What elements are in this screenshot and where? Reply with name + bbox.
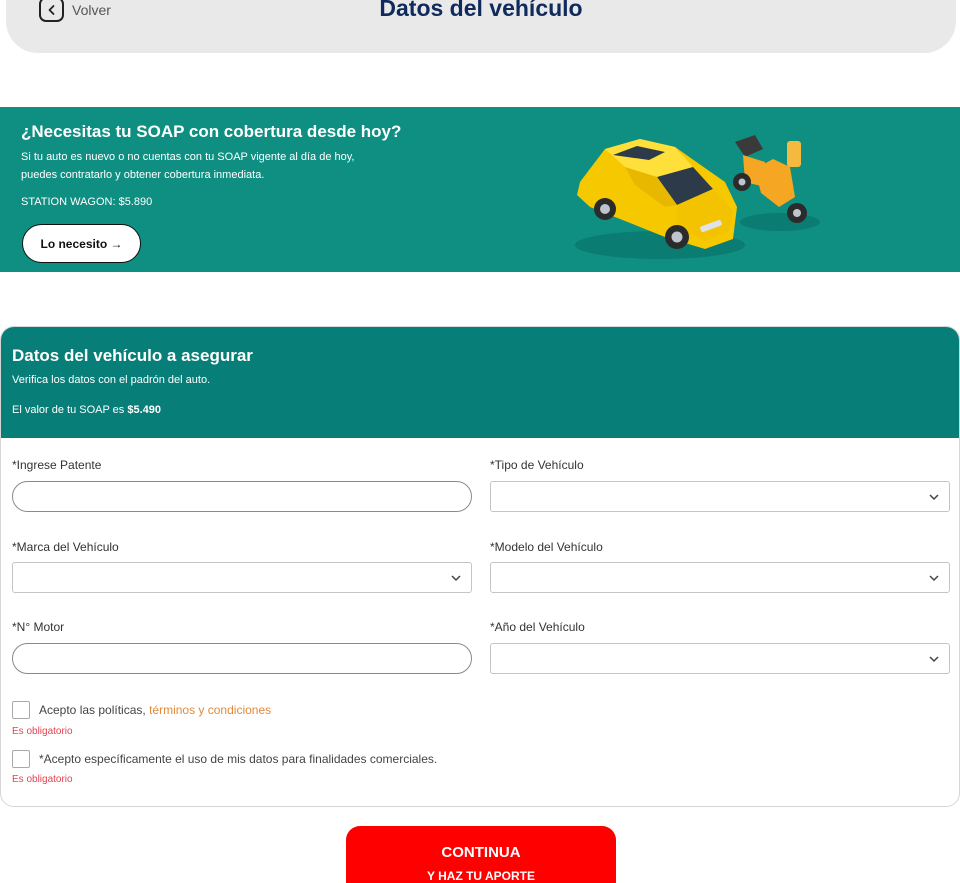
- commercial-row: *Acepto específicamente el uso de mis da…: [12, 750, 437, 768]
- chevron-down-icon: [929, 494, 939, 501]
- patente-label: *Ingrese Patente: [12, 458, 102, 472]
- continue-label-line1: CONTINUA: [441, 844, 521, 861]
- commercial-checkbox[interactable]: [12, 750, 30, 768]
- terms-text: Acepto las políticas, términos y condici…: [39, 703, 271, 717]
- promo-banner: ¿Necesitas tu SOAP con cobertura desde h…: [0, 107, 960, 272]
- continue-button[interactable]: CONTINUA Y HAZ TU APORTE: [346, 826, 616, 883]
- terms-link[interactable]: términos y condiciones: [149, 703, 271, 717]
- marca-select[interactable]: [12, 562, 472, 593]
- tipo-vehiculo-select[interactable]: [490, 481, 950, 512]
- commercial-text: *Acepto específicamente el uso de mis da…: [39, 752, 438, 766]
- continue-label-line2: Y HAZ TU APORTE: [426, 869, 535, 883]
- car-and-scooter-illustration: [575, 135, 820, 259]
- vehicle-form-card: Datos del vehículo a asegurar Verifica l…: [0, 326, 960, 807]
- promo-title: ¿Necesitas tu SOAP con cobertura desde h…: [21, 122, 402, 141]
- chevron-down-icon: [451, 575, 461, 582]
- commercial-error: Es obligatorio: [12, 774, 73, 785]
- lo-necesito-button[interactable]: Lo necesito →: [22, 224, 141, 263]
- terms-error: Es obligatorio: [12, 726, 73, 737]
- top-header: Volver Datos del vehículo: [6, 0, 956, 53]
- form-subtitle: Verifica los datos con el padrón del aut…: [12, 374, 211, 386]
- modelo-select[interactable]: [490, 562, 950, 593]
- motor-label: *N° Motor: [12, 620, 65, 634]
- terms-text-prefix: Acepto las políticas,: [39, 703, 146, 717]
- terms-checkbox[interactable]: [12, 701, 30, 719]
- page-title: Datos del vehículo: [379, 0, 583, 21]
- promo-text-line2: puedes contratarlo y obtener cobertura i…: [21, 169, 265, 181]
- promo-text: Si tu auto es nuevo o no cuentas con tu …: [21, 148, 401, 184]
- terms-row: Acepto las políticas, términos y condici…: [12, 701, 271, 719]
- motor-input[interactable]: [12, 643, 472, 674]
- form-title: Datos del vehículo a asegurar: [12, 346, 253, 365]
- tipo-vehiculo-label: *Tipo de Vehículo: [490, 458, 584, 472]
- soap-value-prefix: El valor de tu SOAP es: [12, 404, 125, 416]
- soap-value-text: El valor de tu SOAP es $5.490: [12, 404, 161, 416]
- anio-label: *Año del Vehículo: [490, 620, 585, 634]
- form-header: Datos del vehículo a asegurar Verifica l…: [1, 327, 959, 438]
- marca-label: *Marca del Vehículo: [12, 540, 119, 554]
- promo-price: STATION WAGON: $5.890: [21, 196, 153, 208]
- chevron-down-icon: [929, 656, 939, 663]
- soap-value-amount: $5.490: [127, 404, 162, 416]
- chevron-down-icon: [929, 575, 939, 582]
- promo-text-line1: Si tu auto es nuevo o no cuentas con tu …: [21, 151, 355, 163]
- anio-select[interactable]: [490, 643, 950, 674]
- modelo-label: *Modelo del Vehículo: [490, 540, 603, 554]
- patente-input[interactable]: [12, 481, 472, 512]
